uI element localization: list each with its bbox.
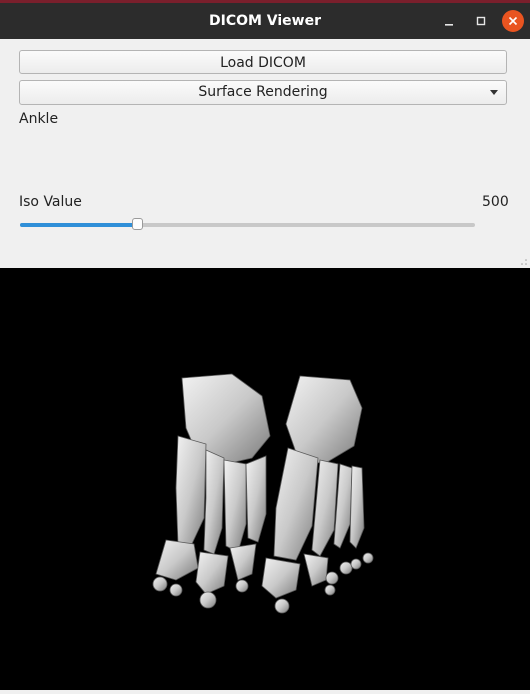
iso-slider-handle[interactable]: [132, 218, 144, 230]
iso-value-slider[interactable]: [20, 218, 475, 230]
render-viewport[interactable]: [0, 268, 530, 690]
close-button[interactable]: [502, 10, 524, 32]
foot-bones-rendering: [152, 373, 374, 614]
render-mode-value: Surface Rendering: [198, 84, 328, 100]
maximize-icon: [476, 16, 486, 26]
dataset-label: Ankle: [19, 111, 59, 127]
chevron-down-icon: [490, 90, 498, 95]
iso-slider-fill: [20, 223, 139, 227]
control-panel: Load DICOM Surface Rendering Ankle Iso V…: [0, 39, 530, 268]
iso-value-readout: 500: [482, 194, 509, 210]
render-mode-select[interactable]: Surface Rendering: [19, 80, 507, 105]
minimize-icon: [445, 24, 453, 26]
title-bar[interactable]: DICOM Viewer: [0, 3, 530, 39]
maximize-button[interactable]: [470, 10, 492, 32]
iso-value-label: Iso Value: [19, 194, 82, 210]
resize-grip-icon[interactable]: [520, 258, 528, 266]
minimize-button[interactable]: [438, 10, 460, 32]
load-dicom-button[interactable]: Load DICOM: [19, 50, 507, 74]
close-icon: [508, 16, 518, 26]
